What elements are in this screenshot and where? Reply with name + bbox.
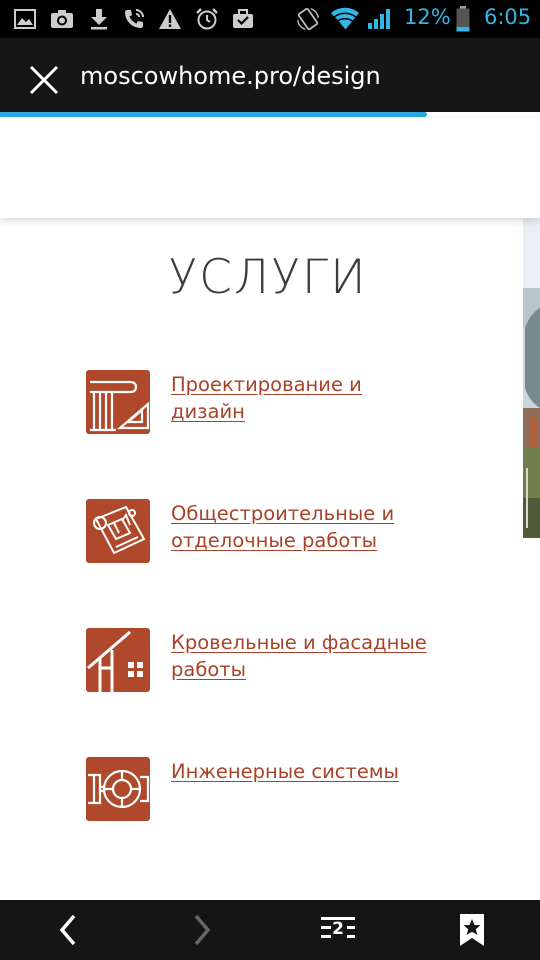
rotation-icon — [296, 7, 320, 31]
service-item-construction[interactable]: Общестроительные и отделочные работы — [86, 499, 446, 563]
warning-icon — [158, 7, 182, 31]
clock: 6:05 — [484, 5, 532, 29]
status-bar: 12% 6:05 — [0, 0, 540, 38]
service-link[interactable]: Проектирование и дизайн — [171, 371, 441, 425]
briefcase-icon — [231, 7, 255, 31]
tabs-button[interactable]: 2 — [316, 910, 360, 950]
bookmark-button[interactable] — [450, 910, 494, 950]
progress-fill — [0, 112, 427, 117]
tab-count: 2 — [332, 919, 344, 939]
browser-nav-bar: 2 — [0, 900, 540, 960]
chevron-right-icon — [194, 914, 211, 946]
service-link[interactable]: Общестроительные и отделочные работы — [171, 500, 441, 554]
service-item-design[interactable]: Проектирование и дизайн — [86, 370, 446, 434]
wifi-icon — [330, 7, 360, 31]
battery-percent: 12% — [404, 5, 451, 29]
column-design-icon — [86, 370, 150, 434]
chevron-left-icon — [59, 914, 76, 946]
call-icon — [122, 7, 146, 31]
service-item-engineering[interactable]: Инженерные системы — [86, 757, 446, 821]
service-link[interactable]: Инженерные системы — [171, 758, 441, 785]
camera-icon — [50, 7, 74, 31]
url-bar: moscowhome.pro/design — [0, 38, 540, 114]
site-header — [0, 118, 540, 218]
close-icon — [29, 65, 59, 95]
service-link[interactable]: Кровельные и фасадные работы — [171, 629, 441, 683]
battery-icon — [455, 6, 471, 32]
alarm-icon — [195, 7, 219, 31]
signal-icon — [367, 7, 391, 31]
roof-icon — [86, 628, 150, 692]
forward-button[interactable] — [180, 910, 224, 950]
page-title: УСЛУГИ — [168, 250, 368, 305]
back-button[interactable] — [46, 910, 90, 950]
bookmark-star-icon — [460, 914, 484, 946]
engineering-icon — [86, 757, 150, 821]
blueprint-icon — [86, 499, 150, 563]
gallery-icon — [13, 7, 37, 31]
service-item-roofing[interactable]: Кровельные и фасадные работы — [86, 628, 446, 692]
download-icon — [87, 7, 111, 31]
close-button[interactable] — [24, 60, 64, 100]
url-field[interactable]: moscowhome.pro/design — [80, 62, 381, 90]
